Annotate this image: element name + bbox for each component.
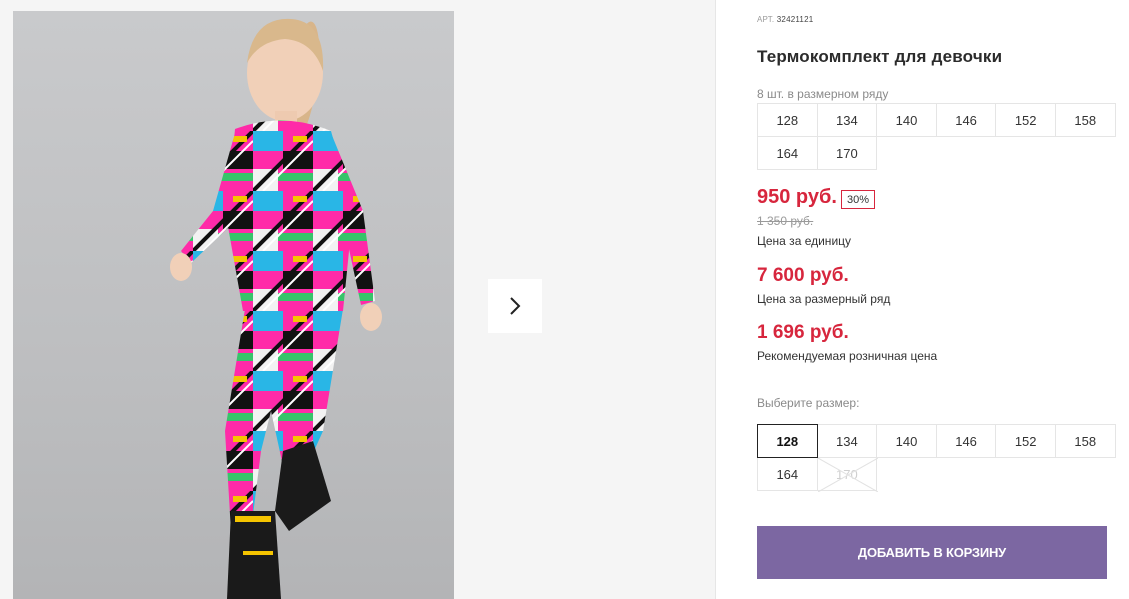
size-option[interactable]: 134: [816, 424, 878, 458]
size-row-cell: 170: [816, 136, 878, 170]
retail-price: 1 696 руб.: [757, 322, 849, 343]
size-row-cell: 158: [1054, 103, 1116, 137]
size-selector: 128 134 140 146 152 158 164 170: [757, 424, 1116, 492]
size-row-label: 8 шт. в размерном ряду: [757, 87, 889, 101]
size-row-cell: 140: [876, 103, 937, 137]
add-to-cart-button[interactable]: ДОБАВИТЬ В КОРЗИНУ: [757, 526, 1107, 579]
size-row-grid: 128 134 140 146 152 158 164 170: [757, 103, 1116, 170]
unit-price-caption: Цена за единицу: [757, 234, 852, 248]
old-price: 1 350 руб.: [757, 214, 814, 228]
discount-badge: 30%: [841, 190, 876, 209]
unavailable-cross-icon: [817, 458, 878, 492]
gallery-next-button[interactable]: [488, 279, 542, 333]
product-gallery: [0, 0, 716, 599]
row-price: 7 600 руб.: [757, 265, 849, 286]
size-row-cell: 146: [935, 103, 997, 137]
product-title: Термокомплект для девочки: [757, 47, 1003, 66]
product-photo[interactable]: [13, 11, 454, 599]
size-row-cell: 152: [995, 103, 1056, 137]
size-option[interactable]: 164: [757, 457, 818, 491]
size-row-cell: 134: [816, 103, 878, 137]
unit-price: 950 руб.: [757, 186, 837, 208]
size-option[interactable]: 152: [995, 424, 1056, 458]
size-option[interactable]: 146: [935, 424, 997, 458]
size-option[interactable]: 158: [1054, 424, 1116, 458]
size-option[interactable]: 140: [876, 424, 937, 458]
article-number: АРТ. 32421121: [757, 15, 814, 24]
size-option-selected[interactable]: 128: [757, 424, 818, 458]
row-price-caption: Цена за размерный ряд: [757, 292, 891, 306]
size-option-unavailable: 170: [816, 457, 878, 492]
size-row-cell: 128: [757, 103, 818, 137]
size-row-cell: 164: [757, 136, 818, 170]
chevron-right-icon: [510, 297, 521, 315]
retail-price-caption: Рекомендуемая розничная цена: [757, 349, 938, 363]
choose-size-label: Выберите размер:: [757, 396, 860, 410]
